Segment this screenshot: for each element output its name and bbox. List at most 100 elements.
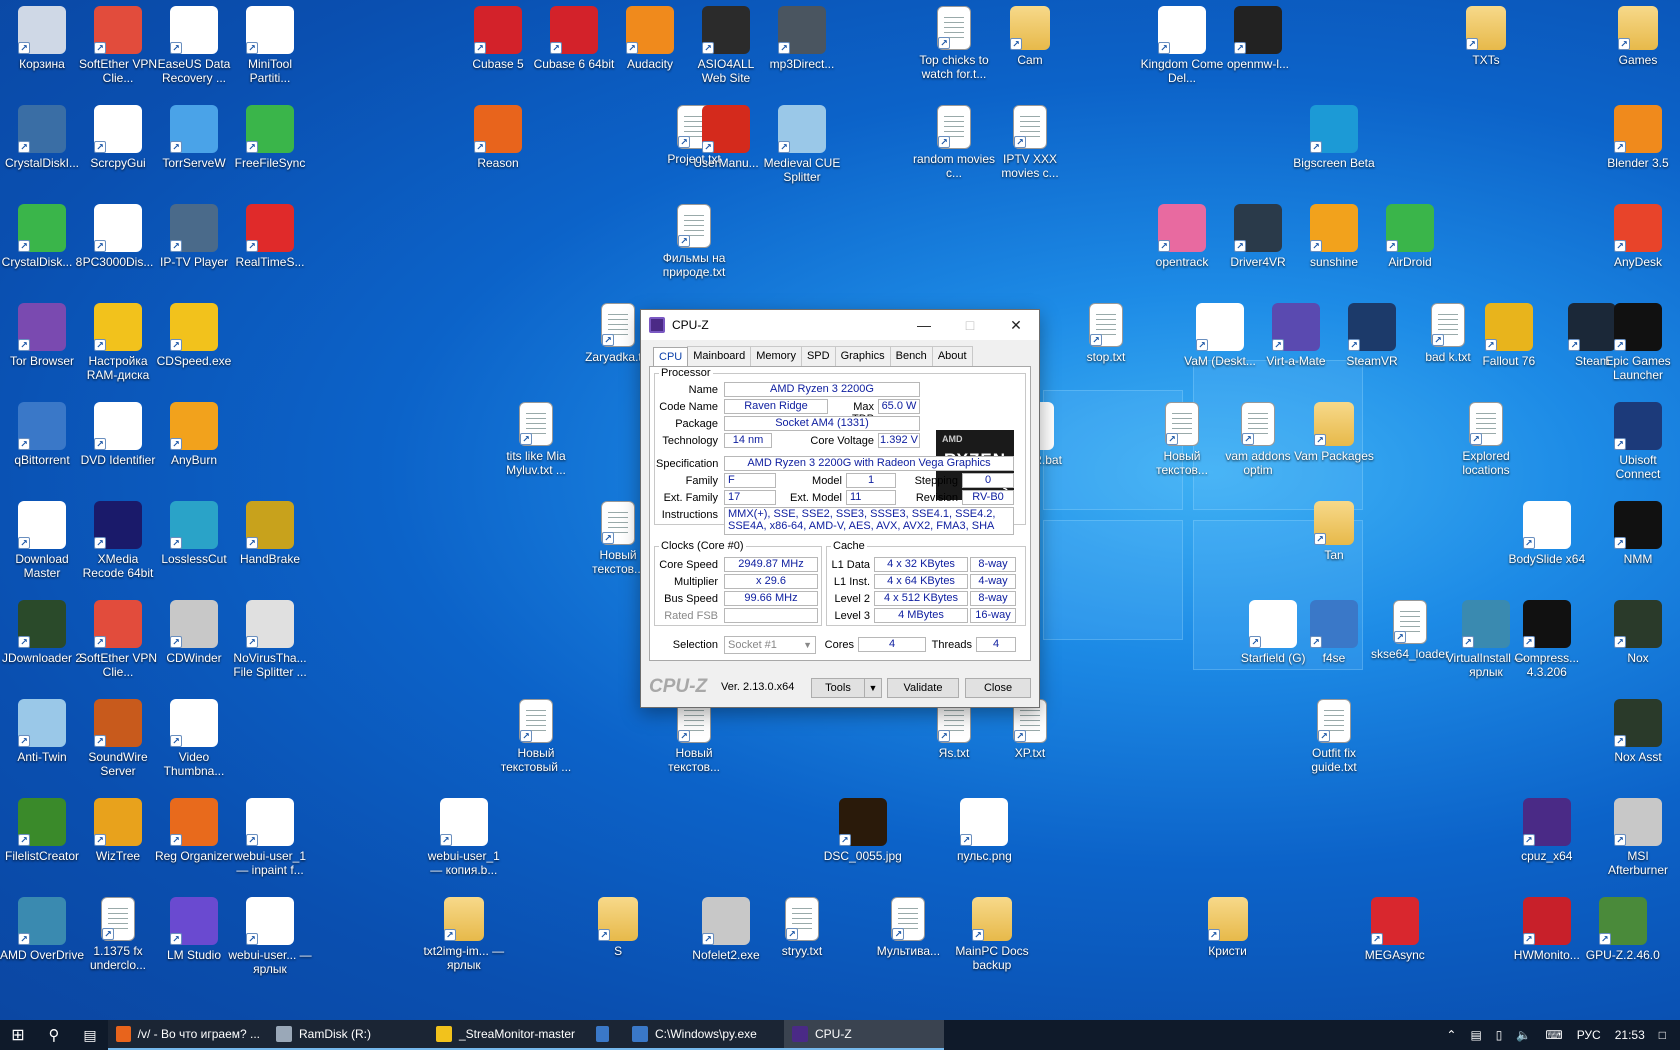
desktop-icon[interactable]: ↗ UserManu... bbox=[684, 105, 768, 195]
desktop-icon[interactable]: ↗ CDWinder bbox=[152, 600, 236, 690]
desktop-icon[interactable]: ↗ CrystalDiskI... bbox=[0, 105, 84, 195]
desktop-icon[interactable]: ↗ Outfit fix guide.txt bbox=[1292, 699, 1376, 789]
taskbar-app-button[interactable]: RamDisk (R:) bbox=[268, 1020, 428, 1050]
desktop-icon[interactable]: ↗ Reg Organizer bbox=[152, 798, 236, 888]
desktop-icon[interactable]: ↗ LM Studio bbox=[152, 897, 236, 987]
desktop-icon[interactable]: ↗ TXTs bbox=[1444, 6, 1528, 96]
taskbar-app-button[interactable]: /v/ - Во что играем? ... bbox=[108, 1020, 268, 1050]
desktop-icon[interactable]: ↗ AMD OverDrive bbox=[0, 897, 84, 987]
desktop-icon[interactable]: ↗ Audacity bbox=[608, 6, 692, 96]
desktop-icon[interactable]: ↗ CrystalDisk... 8 bbox=[0, 204, 84, 294]
taskbar-app-button[interactable]: C:\Windows\py.exe bbox=[624, 1020, 784, 1050]
desktop-icon[interactable]: ↗ NoVirusTha... File Splitter ... bbox=[228, 600, 312, 690]
desktop-icon[interactable]: ↗ Reason bbox=[456, 105, 540, 195]
desktop-icon[interactable]: ↗ f4se bbox=[1292, 600, 1376, 690]
taskbar-app-button[interactable]: CPU-Z bbox=[784, 1020, 944, 1050]
chevron-up-icon[interactable]: ⌃ bbox=[1446, 1028, 1456, 1042]
desktop-icon[interactable]: ↗ AnyDesk bbox=[1596, 204, 1680, 294]
keyboard-icon[interactable]: ⌨ bbox=[1545, 1028, 1562, 1042]
desktop-icon[interactable]: ↗ ScrcpyGui bbox=[76, 105, 160, 195]
desktop-icon[interactable]: ↗ CDSpeed.exe bbox=[152, 303, 236, 393]
desktop-icon[interactable]: ↗ Новый текстов... bbox=[1140, 402, 1224, 492]
desktop-icon[interactable]: ↗ vam addons optim bbox=[1216, 402, 1300, 492]
desktop-icon[interactable]: ↗ webui-user... — ярлык bbox=[228, 897, 312, 987]
desktop-icon[interactable]: ↗ Vam Packages bbox=[1292, 402, 1376, 492]
socket-select[interactable]: Socket #1 ▼ bbox=[724, 636, 816, 654]
desktop-icon[interactable]: ↗ Explored locations bbox=[1444, 402, 1528, 492]
desktop-icon[interactable]: ↗ Video Thumbna... bbox=[152, 699, 236, 789]
desktop-icon[interactable]: ↗ Top chicks to watch for.t... bbox=[912, 6, 996, 96]
desktop-icon[interactable]: ↗ Nox Asst bbox=[1596, 699, 1680, 789]
close-window-button[interactable]: ✕ bbox=[993, 310, 1039, 340]
desktop-icon[interactable]: ↗ Cubase 6 64bit bbox=[532, 6, 616, 96]
desktop-icon[interactable]: ↗ SoundWire Server bbox=[76, 699, 160, 789]
desktop-icon[interactable]: ↗ Корзина bbox=[0, 6, 84, 96]
desktop-icon[interactable]: ↗ tits like Mia Myluv.txt ... bbox=[494, 402, 578, 492]
desktop-icon[interactable]: ↗ qBittorrent bbox=[0, 402, 84, 492]
maximize-button[interactable]: □ bbox=[947, 310, 993, 340]
desktop-icon[interactable]: ↗ Настройка RAM-диска bbox=[76, 303, 160, 393]
language-indicator[interactable]: РУС bbox=[1577, 1028, 1601, 1042]
desktop-icon[interactable]: ↗ MSI Afterburner bbox=[1596, 798, 1680, 888]
desktop-icon[interactable]: ↗ Medieval CUE Splitter bbox=[760, 105, 844, 195]
desktop-icon[interactable]: ↗ Download Master bbox=[0, 501, 84, 591]
desktop-icon[interactable]: ↗ opentrack bbox=[1140, 204, 1224, 294]
desktop-icon[interactable]: ↗ MiniTool Partiti... bbox=[228, 6, 312, 96]
title-bar[interactable]: CPU-Z — □ ✕ bbox=[641, 310, 1039, 340]
desktop-icon[interactable]: ↗ Фильмы на природе.txt bbox=[652, 204, 736, 294]
tab-about[interactable]: About bbox=[931, 346, 973, 366]
desktop-icon[interactable]: ↗ Epic Games Launcher bbox=[1596, 303, 1680, 393]
tab-memory[interactable]: Memory bbox=[750, 346, 802, 366]
desktop-icon[interactable]: ↗ 1.1375 fx underclo... bbox=[76, 897, 160, 987]
desktop-icon[interactable]: ↗ Яs.txt bbox=[912, 699, 996, 789]
start-button[interactable]: ⊞ bbox=[0, 1020, 36, 1050]
clock[interactable]: 21:53 bbox=[1615, 1028, 1645, 1042]
desktop-icon[interactable]: ↗ LosslessCut bbox=[152, 501, 236, 591]
validate-button[interactable]: Validate bbox=[887, 678, 959, 698]
desktop-icon[interactable]: ↗ Kingdom Come Del... bbox=[1140, 6, 1224, 96]
desktop-icon[interactable]: ↗ Cubase 5 bbox=[456, 6, 540, 96]
desktop-icon[interactable]: ↗ TorrServeW bbox=[152, 105, 236, 195]
desktop-icon[interactable]: ↗ SteamVR bbox=[1330, 303, 1414, 393]
desktop-icon[interactable]: ↗ txt2img-im... — ярлык bbox=[422, 897, 506, 987]
tools-button[interactable]: Tools bbox=[811, 678, 865, 698]
desktop-icon[interactable]: ↗ Virt-a-Mate bbox=[1254, 303, 1338, 393]
network-icon[interactable]: ▤ bbox=[1470, 1028, 1481, 1042]
desktop-icon[interactable]: ↗ Nox bbox=[1596, 600, 1680, 690]
desktop-icon[interactable]: ↗ MEGAsync bbox=[1353, 897, 1437, 987]
desktop-icon[interactable]: ↗ XP.txt bbox=[988, 699, 1072, 789]
desktop-icon[interactable]: ↗ Cam bbox=[988, 6, 1072, 96]
desktop-icon[interactable]: ↗ GPU-Z.2.46.0 bbox=[1581, 897, 1665, 987]
desktop-icon[interactable]: ↗ skse64_loader bbox=[1368, 600, 1452, 690]
tab-mainboard[interactable]: Mainboard bbox=[687, 346, 752, 366]
tab-graphics[interactable]: Graphics bbox=[834, 346, 891, 366]
desktop-icon[interactable]: ↗ AnyBurn bbox=[152, 402, 236, 492]
desktop-icon[interactable]: ↗ stop.txt bbox=[1064, 303, 1148, 393]
desktop-icon[interactable]: ↗ FreeFileSync bbox=[228, 105, 312, 195]
desktop-icon[interactable]: ↗ NMM bbox=[1596, 501, 1680, 591]
desktop-icon[interactable]: ↗ Кристи bbox=[1186, 897, 1270, 987]
taskbar-app-button[interactable] bbox=[588, 1020, 624, 1050]
desktop-icon[interactable]: ↗ SoftEther VPN Clie... bbox=[76, 600, 160, 690]
search-icon[interactable]: ⚲ bbox=[36, 1020, 72, 1050]
desktop-icon[interactable]: ↗ VaM (Deskt... bbox=[1178, 303, 1262, 393]
desktop-icon[interactable]: ↗ MainPC Docs backup bbox=[950, 897, 1034, 987]
desktop-icon[interactable]: ↗ Tan bbox=[1292, 501, 1376, 591]
desktop-icon[interactable]: ↗ Compress... 4.3.206 bbox=[1505, 600, 1589, 690]
desktop-icon[interactable]: ↗ mp3Direct... bbox=[760, 6, 844, 96]
desktop-icon[interactable]: ↗ openmw-l... bbox=[1216, 6, 1300, 96]
desktop-icon[interactable]: ↗ HWMonito... bbox=[1505, 897, 1589, 987]
desktop-icon[interactable]: ↗ Driver4VR bbox=[1216, 204, 1300, 294]
desktop-icon[interactable]: ↗ Fallout 76 bbox=[1467, 303, 1551, 393]
desktop-icon[interactable]: ↗ Anti-Twin bbox=[0, 699, 84, 789]
desktop-icon[interactable]: ↗ Ubisoft Connect bbox=[1596, 402, 1680, 492]
notifications-icon[interactable]: □ bbox=[1659, 1028, 1666, 1042]
battery-icon[interactable]: ▯ bbox=[1496, 1028, 1503, 1042]
desktop-icon[interactable]: ↗ AirDroid bbox=[1368, 204, 1452, 294]
desktop-icon[interactable]: ↗ BodySlide x64 bbox=[1505, 501, 1589, 591]
tab-bench[interactable]: Bench bbox=[889, 346, 933, 366]
tab-spd[interactable]: SPD bbox=[800, 346, 836, 366]
desktop-icon[interactable]: ↗ S bbox=[576, 897, 660, 987]
desktop-icon[interactable]: ↗ Games bbox=[1596, 6, 1680, 96]
desktop-icon[interactable]: ↗ Новый текстовый ... bbox=[494, 699, 578, 789]
